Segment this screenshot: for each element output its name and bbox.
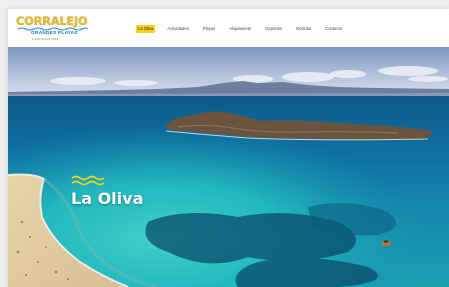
main-nav: La Oliva Actividades Playas Alojamiento … [136,24,354,33]
nav-item-la-oliva[interactable]: La Oliva [136,24,156,33]
nav-item-noticias[interactable]: Noticias [294,25,313,33]
page: CORRALEJO GRANDES PLAYAS FUERTEVENTURA L… [8,9,449,287]
hero-banner: La Oliva [8,47,449,287]
nav-item-actividades[interactable]: Actividades [165,25,190,33]
logo-tagline: FUERTEVENTURA [32,37,59,41]
hero-title: La Oliva [71,189,144,208]
hero-landscape-image [8,47,449,287]
site-logo[interactable]: CORRALEJO GRANDES PLAYAS FUERTEVENTURA [16,14,96,44]
nav-item-contacto[interactable]: Contacto [323,25,344,33]
nav-item-deportes[interactable]: Deportes [263,25,284,33]
logo-wordmark: CORRALEJO [16,14,88,28]
wave-decoration-icon [71,175,105,186]
site-header: CORRALEJO GRANDES PLAYAS FUERTEVENTURA L… [8,9,449,47]
nav-item-playas[interactable]: Playas [201,25,218,33]
nav-item-alojamiento[interactable]: Alojamiento [227,25,253,33]
logo-subtitle: GRANDES PLAYAS [31,31,78,36]
